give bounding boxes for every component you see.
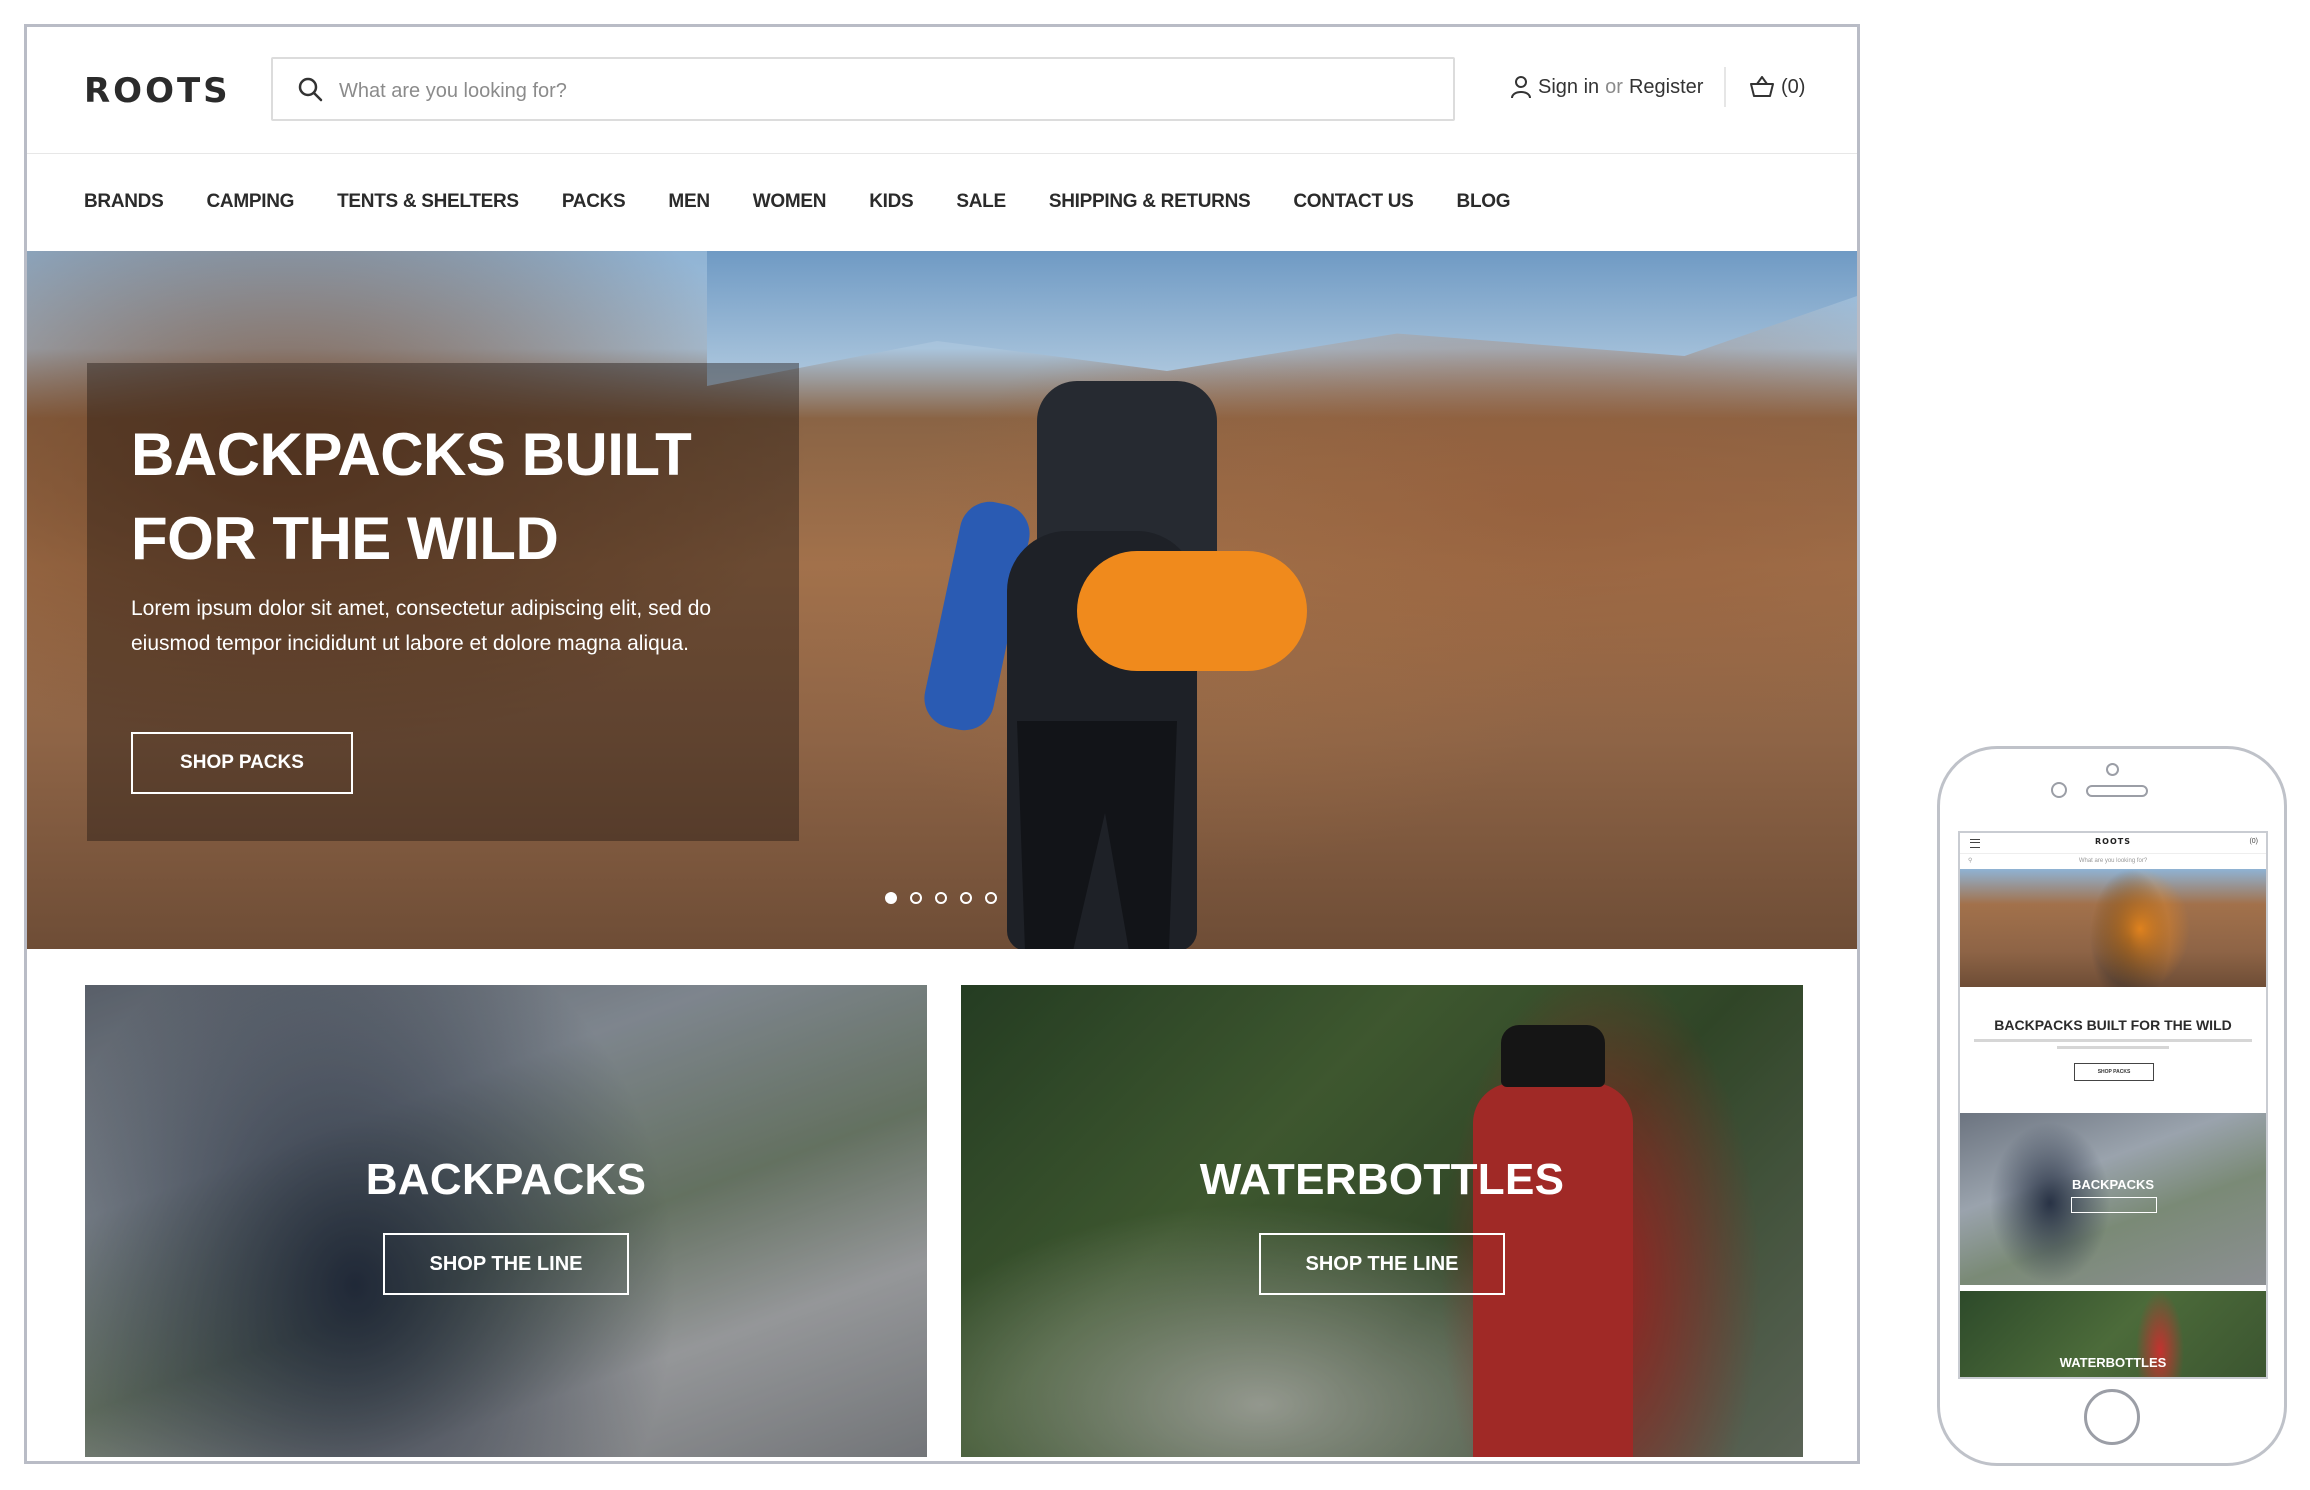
nav-item-shipping-returns[interactable]: SHIPPING & RETURNS <box>1049 191 1251 213</box>
carousel-dot-2[interactable] <box>910 892 922 904</box>
nav-item-women[interactable]: WOMEN <box>753 191 827 213</box>
phone-sensor <box>2106 763 2119 776</box>
mobile-hero-title: BACKPACKS BUILT FOR THE WILD <box>1994 1017 2232 1033</box>
mobile-card-waterbottles[interactable]: WATERBOTTLES <box>1960 1291 2266 1377</box>
carousel-dot-4[interactable] <box>960 892 972 904</box>
card-title-waterbottles: WATERBOTTLES <box>1199 1155 1565 1204</box>
shop-the-line-button-waterbottles[interactable]: SHOP THE LINE <box>1259 1233 1505 1295</box>
nav-item-tents-shelters[interactable]: TENTS & SHELTERS <box>337 191 519 213</box>
carousel-dot-1[interactable] <box>885 892 897 904</box>
mobile-cart[interactable]: (0) <box>2249 838 2258 845</box>
sign-in-link[interactable]: Sign in <box>1538 76 1599 99</box>
mobile-card-title-waterbottles: WATERBOTTLES <box>2059 1355 2167 1370</box>
site-header: ROOTS Sign in or Register (0) <box>27 27 1857 154</box>
hero-sleeping-bag <box>1077 551 1307 671</box>
mobile-hero-image[interactable] <box>1960 869 2266 987</box>
text-line <box>2057 1046 2169 1049</box>
card-title-backpacks: BACKPACKS <box>365 1155 647 1204</box>
shop-the-line-button-backpacks[interactable]: SHOP THE LINE <box>383 1233 629 1295</box>
hero-text: Lorem ipsum dolor sit amet, consectetur … <box>131 597 712 655</box>
carousel-dots <box>885 892 1010 904</box>
cart-link[interactable]: (0) <box>1749 67 1805 107</box>
nav-item-contact-us[interactable]: CONTACT US <box>1293 191 1413 213</box>
shop-packs-button[interactable]: SHOP PACKS <box>131 732 353 794</box>
search-bar[interactable] <box>271 57 1455 121</box>
nav-item-men[interactable]: MEN <box>668 191 710 213</box>
mobile-logo[interactable]: ROOTS <box>1960 837 2266 846</box>
text-line <box>1974 1039 2252 1042</box>
mobile-shop-packs-button[interactable]: SHOP PACKS <box>2074 1063 2154 1081</box>
phone-camera <box>2051 782 2067 798</box>
site-logo[interactable]: ROOTS <box>84 71 231 111</box>
search-icon[interactable] <box>297 76 323 102</box>
card-overlay <box>85 985 927 1457</box>
header-divider <box>1724 67 1726 107</box>
account-links: Sign in or Register <box>1510 67 1703 107</box>
card-overlay <box>961 985 1803 1457</box>
mobile-card-title-backpacks: BACKPACKS <box>2071 1177 2155 1192</box>
mobile-search-placeholder: What are you looking for? <box>2078 858 2148 864</box>
carousel-dot-3[interactable] <box>935 892 947 904</box>
mobile-hero-text <box>1974 1039 2252 1049</box>
phone-speaker <box>2086 785 2148 797</box>
nav-item-brands[interactable]: BRANDS <box>84 191 164 213</box>
category-card-backpacks[interactable]: BACKPACKS SHOP THE LINE <box>85 985 927 1457</box>
or-text: or <box>1605 75 1623 98</box>
mobile-header: ROOTS (0) <box>1960 833 2266 853</box>
hero-caption-box: BACKPACKS BUILT FOR THE WILD Lorem ipsum… <box>87 363 799 841</box>
desktop-browser-frame: ROOTS Sign in or Register (0) <box>24 24 1860 1464</box>
mobile-screen: ROOTS (0) ⚲ What are you looking for? BA… <box>1958 831 2268 1379</box>
hero-title: BACKPACKS BUILT FOR THE WILD <box>131 421 692 572</box>
hero-carousel[interactable]: BACKPACKS BUILT FOR THE WILD Lorem ipsum… <box>27 251 1857 949</box>
mobile-shop-the-line-button[interactable] <box>2071 1197 2157 1213</box>
cart-count: (0) <box>1781 75 1806 98</box>
carousel-dot-5[interactable] <box>985 892 997 904</box>
nav-item-blog[interactable]: BLOG <box>1457 191 1511 213</box>
main-navigation: BRANDS CAMPING TENTS & SHELTERS PACKS ME… <box>27 153 1857 251</box>
user-icon <box>1511 76 1531 99</box>
register-link[interactable]: Register <box>1629 76 1703 99</box>
basket-icon <box>1750 76 1774 97</box>
hero-sky <box>707 251 1857 386</box>
search-input[interactable] <box>337 73 1421 109</box>
phone-mockup: ROOTS (0) ⚲ What are you looking for? BA… <box>1937 746 2287 1466</box>
nav-item-camping[interactable]: CAMPING <box>206 191 294 213</box>
nav-item-sale[interactable]: SALE <box>956 191 1006 213</box>
category-card-waterbottles[interactable]: WATERBOTTLES SHOP THE LINE <box>961 985 1803 1457</box>
nav-item-kids[interactable]: KIDS <box>869 191 914 213</box>
mobile-card-backpacks[interactable]: BACKPACKS <box>1960 1113 2266 1285</box>
nav-item-packs[interactable]: PACKS <box>562 191 626 213</box>
phone-home-button <box>2084 1389 2140 1445</box>
